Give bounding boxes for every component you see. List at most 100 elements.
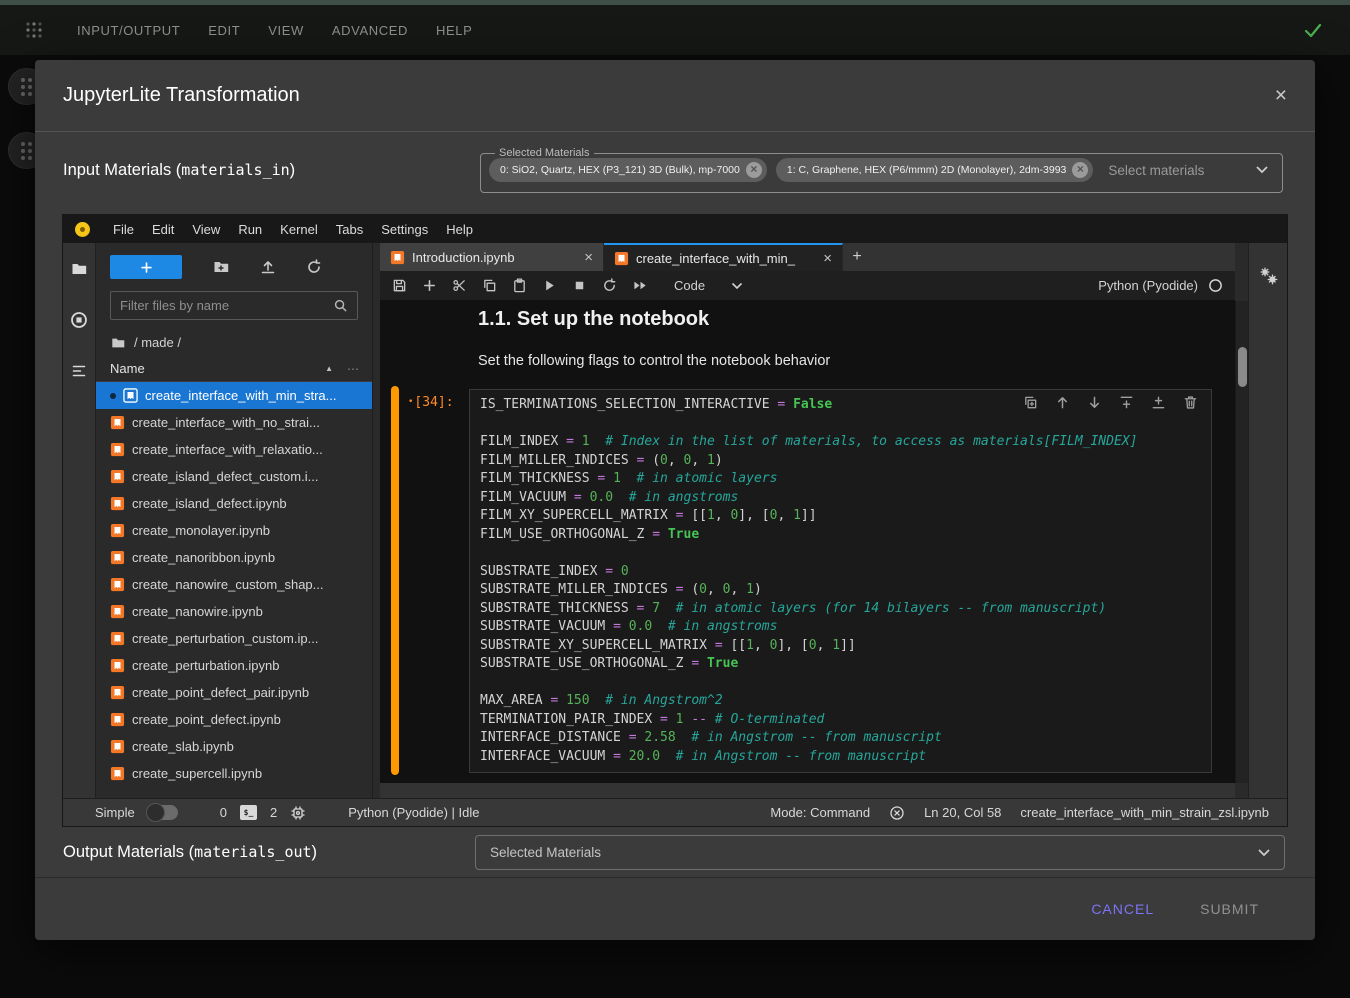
code-line: SUBSTRATE_THICKNESS = 7 # in atomic laye… — [480, 600, 1211, 619]
file-list-item[interactable]: create_nanoribbon.ipynb — [96, 544, 372, 571]
running-sessions-icon[interactable] — [70, 311, 88, 329]
document-tab[interactable]: Introduction.ipynb × — [380, 243, 604, 271]
delete-cell-icon[interactable] — [1183, 395, 1198, 410]
refresh-icon[interactable] — [306, 259, 322, 275]
jlab-menu-item-kernel[interactable]: Kernel — [271, 222, 327, 237]
dropdown-caret-icon — [1258, 849, 1270, 857]
mode-indicator[interactable]: Mode: Command — [770, 805, 870, 820]
code-line: INTERFACE_DISTANCE = 2.58 # in Angstrom … — [480, 729, 1211, 748]
output-label-suffix: ) — [312, 843, 318, 861]
cut-icon[interactable] — [452, 278, 467, 293]
file-list-header[interactable]: Name ▲ ⋯ — [96, 356, 372, 382]
jlab-menu-item-tabs[interactable]: Tabs — [327, 222, 372, 237]
chip-remove-icon[interactable]: × — [1072, 162, 1088, 178]
column-more-icon[interactable]: ⋯ — [347, 362, 360, 376]
file-list-item[interactable]: create_slab.ipynb — [96, 733, 372, 760]
terminals-count[interactable]: 0 — [220, 805, 227, 820]
insert-cell-icon[interactable] — [422, 278, 437, 293]
material-chip[interactable]: 0: SiO2, Quartz, HEX (P3_121) 3D (Bulk),… — [489, 158, 767, 182]
kernels-count[interactable]: 2 — [270, 805, 277, 820]
file-list-item[interactable]: create_island_defect.ipynb — [96, 490, 372, 517]
restart-kernel-icon[interactable] — [602, 278, 617, 293]
chip-remove-icon[interactable]: × — [746, 162, 762, 178]
file-name: create_interface_with_min_stra... — [145, 388, 336, 403]
output-materials-label: Output Materials (materials_out) — [63, 843, 317, 862]
insert-cell-below-icon[interactable] — [1151, 395, 1166, 410]
file-list-item[interactable]: create_monolayer.ipynb — [96, 517, 372, 544]
simple-mode-label: Simple — [95, 805, 135, 820]
notebook-content[interactable]: 1.1. Set up the notebook Set the followi… — [380, 301, 1235, 783]
file-list-item[interactable]: create_perturbation_custom.ip... — [96, 625, 372, 652]
app-menu-item-input-output[interactable]: INPUT/OUTPUT — [75, 17, 182, 44]
document-tab-active[interactable]: create_interface_with_min_× — [604, 243, 843, 271]
dropdown-caret-icon[interactable] — [1256, 166, 1268, 174]
jlab-menu-item-help[interactable]: Help — [437, 222, 482, 237]
file-list-item[interactable]: create_island_defect_custom.i... — [96, 463, 372, 490]
jlab-menu-item-edit[interactable]: Edit — [143, 222, 183, 237]
tab-close-icon[interactable]: × — [584, 250, 593, 265]
filter-files-input[interactable]: Filter files by name — [110, 291, 358, 320]
material-chip[interactable]: 1: C, Graphene, HEX (P6/mmm) 2D (Monolay… — [776, 158, 1094, 182]
tab-label: Introduction.ipynb — [412, 250, 515, 265]
output-materials-select[interactable]: Selected Materials — [475, 835, 1285, 870]
jlab-menu-item-run[interactable]: Run — [229, 222, 271, 237]
app-logo-icon[interactable] — [22, 18, 46, 42]
code-line: FILM_MILLER_INDICES = (0, 0, 1) — [480, 452, 1211, 471]
file-list-item[interactable]: create_interface_with_relaxatio... — [96, 436, 372, 463]
app-menu-item-advanced[interactable]: ADVANCED — [330, 17, 410, 44]
cell-type-dropdown[interactable]: Code — [674, 278, 743, 293]
stop-icon[interactable] — [572, 278, 587, 293]
kernel-indicator[interactable]: Python (Pyodide) — [1098, 278, 1223, 293]
cancel-button[interactable]: CANCEL — [1091, 901, 1154, 917]
new-launcher-button[interactable] — [110, 255, 182, 279]
file-name: create_perturbation.ipynb — [132, 658, 279, 673]
file-name: create_nanowire.ipynb — [132, 604, 263, 619]
paste-icon[interactable] — [512, 278, 527, 293]
file-list-item[interactable]: create_point_defect_pair.ipynb — [96, 679, 372, 706]
active-cell-indicator[interactable] — [391, 386, 399, 775]
app-menu-item-help[interactable]: HELP — [434, 17, 474, 44]
close-icon[interactable]: × — [1275, 85, 1287, 106]
submit-button[interactable]: SUBMIT — [1200, 901, 1259, 917]
file-list-item[interactable]: create_nanowire.ipynb — [96, 598, 372, 625]
jlab-menu-item-view[interactable]: View — [183, 222, 229, 237]
jlab-menu-item-settings[interactable]: Settings — [372, 222, 437, 237]
kernel-status-text[interactable]: Python (Pyodide) | Idle — [348, 805, 479, 820]
file-list-item[interactable]: create_perturbation.ipynb — [96, 652, 372, 679]
jlab-menu-item-file[interactable]: File — [104, 222, 143, 237]
status-check-icon — [1302, 19, 1324, 41]
file-list-item[interactable]: create_nanowire_custom_shap... — [96, 571, 372, 598]
tab-close-icon[interactable]: × — [823, 251, 832, 266]
app-menu-item-edit[interactable]: EDIT — [206, 17, 242, 44]
run-icon[interactable] — [542, 278, 557, 293]
sort-ascending-icon: ▲ — [325, 364, 333, 373]
file-list-item[interactable]: create_interface_with_min_stra... — [96, 382, 372, 409]
restart-run-all-icon[interactable] — [632, 278, 649, 293]
notification-icon[interactable] — [889, 805, 905, 821]
file-list-item[interactable]: create_interface_with_no_strai... — [96, 409, 372, 436]
file-list-item[interactable]: create_supercell.ipynb — [96, 760, 372, 787]
property-inspector-icon[interactable] — [1258, 265, 1280, 287]
scrollbar-thumb[interactable] — [1238, 347, 1247, 387]
jupyterlab-menu: FileEditViewRunKernelTabsSettingsHelp — [104, 222, 482, 237]
move-cell-up-icon[interactable] — [1055, 395, 1070, 410]
save-icon[interactable] — [392, 278, 407, 293]
app-menu-item-view[interactable]: VIEW — [266, 17, 306, 44]
table-of-contents-icon[interactable] — [70, 363, 88, 379]
simple-mode-toggle[interactable] — [148, 805, 178, 820]
selected-materials-field[interactable]: Selected Materials 0: SiO2, Quartz, HEX … — [480, 147, 1283, 193]
upload-icon[interactable] — [260, 259, 276, 275]
file-browser-icon[interactable] — [70, 261, 88, 277]
code-editor[interactable]: IS_TERMINATIONS_SELECTION_INTERACTIVE = … — [469, 389, 1212, 773]
duplicate-cell-icon[interactable] — [1023, 395, 1038, 410]
notebook-scrollbar[interactable] — [1235, 301, 1248, 783]
name-column-header: Name — [110, 361, 145, 376]
file-list-item[interactable]: create_point_defect.ipynb — [96, 706, 372, 733]
breadcrumb[interactable]: / made / — [96, 329, 372, 356]
new-tab-button[interactable]: + — [843, 243, 871, 271]
copy-icon[interactable] — [482, 278, 497, 293]
cursor-position[interactable]: Ln 20, Col 58 — [924, 805, 1001, 820]
new-folder-icon[interactable] — [212, 259, 230, 275]
move-cell-down-icon[interactable] — [1087, 395, 1102, 410]
insert-cell-above-icon[interactable] — [1119, 395, 1134, 410]
